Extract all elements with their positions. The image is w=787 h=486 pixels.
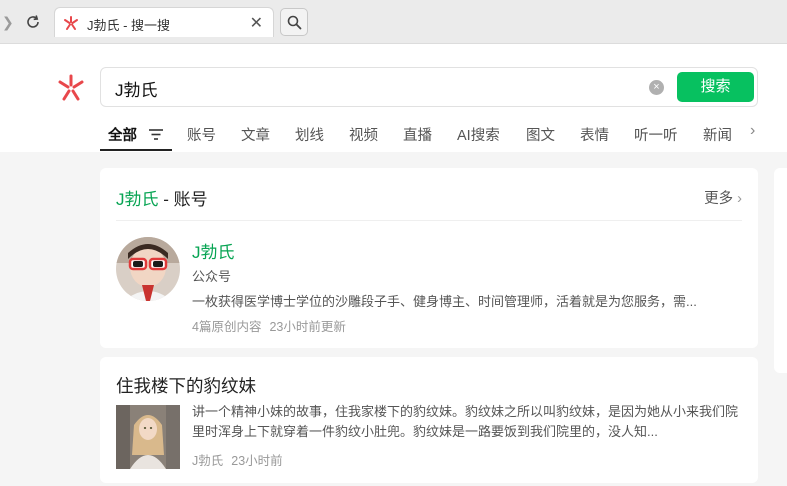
tab-accounts[interactable]: 账号: [187, 124, 216, 145]
avatar[interactable]: [116, 237, 180, 301]
tab-title: J勃氏 - 搜一搜: [87, 18, 171, 33]
browser-toolbar: ❯ J勃氏 - 搜一搜 ✕: [0, 0, 787, 44]
divider: [116, 220, 742, 221]
account-name[interactable]: J勃氏: [192, 238, 235, 263]
article-result-card[interactable]: 住我楼下的豹纹妹 讲一个精神小妹的故事，住我家楼下的豹纹妹。豹纹妹之所以叫豹纹妹…: [100, 357, 758, 483]
side-panel-card: [774, 168, 787, 373]
account-description: 一枚获得医学博士学位的沙雕段子手、健身博主、时间管理师，活着就是为您服务，需..…: [192, 294, 697, 309]
sousou-logo-icon: [64, 16, 78, 30]
tab-all[interactable]: 全部: [108, 124, 137, 145]
article-source[interactable]: J勃氏: [192, 454, 223, 468]
article-thumbnail[interactable]: [116, 405, 180, 469]
category-tabs: 全部 账号 文章 划线 视频 直播 AI搜索 图文 表情 听一听 新闻 ›: [100, 122, 760, 152]
reload-icon[interactable]: [24, 13, 42, 31]
more-link[interactable]: 更多 ›: [704, 187, 742, 208]
more-label: 更多: [704, 191, 734, 207]
account-results-card: J勃氏 - 账号 更多 › J勃氏 公众号 一枚获得医学博士学位的沙雕段子手、健…: [100, 168, 758, 348]
sousou-logo-icon[interactable]: [58, 74, 84, 102]
account-meta: 4篇原创内容 23小时前更新: [192, 316, 346, 335]
article-time: 23小时前: [231, 454, 283, 468]
chevron-right-icon[interactable]: ›: [750, 122, 755, 140]
clear-icon[interactable]: ×: [649, 80, 664, 95]
search-input[interactable]: [115, 76, 635, 100]
search-tab-button[interactable]: [280, 8, 308, 36]
tab-ai-search[interactable]: AI搜索: [457, 124, 500, 145]
account-type: 公众号: [192, 269, 232, 284]
tab-highlights[interactable]: 划线: [295, 124, 324, 145]
original-count: 4篇原创内容: [192, 320, 262, 334]
tab-image-text[interactable]: 图文: [526, 124, 555, 145]
section-title-suffix: - 账号: [158, 190, 208, 209]
search-header: × 搜索 全部 账号 文章 划线 视频 直播 AI搜索 图文 表情 听一听 新闻…: [0, 44, 787, 152]
section-title-keyword: J勃氏: [116, 190, 159, 209]
section-title: J勃氏 - 账号: [116, 185, 208, 210]
chevron-right-icon: ›: [737, 191, 742, 207]
filter-icon[interactable]: [148, 127, 164, 141]
search-icon: [287, 15, 302, 30]
search-button[interactable]: 搜索: [677, 72, 754, 102]
tab-articles[interactable]: 文章: [241, 124, 270, 145]
tab-live[interactable]: 直播: [403, 124, 432, 145]
forward-icon[interactable]: ❯: [2, 14, 14, 31]
active-tab-indicator: [100, 149, 172, 151]
updated-time: 23小时前更新: [269, 320, 346, 334]
search-box: × 搜索: [100, 67, 758, 107]
close-tab-icon[interactable]: ✕: [250, 13, 263, 33]
browser-tab[interactable]: J勃氏 - 搜一搜 ✕: [54, 7, 274, 37]
article-title[interactable]: 住我楼下的豹纹妹: [116, 373, 256, 398]
article-summary: 讲一个精神小妹的故事，住我家楼下的豹纹妹。豹纹妹之所以叫豹纹妹，是因为她从小来我…: [192, 404, 739, 439]
article-meta: J勃氏 23小时前: [192, 450, 283, 469]
tab-videos[interactable]: 视频: [349, 124, 378, 145]
tab-listen[interactable]: 听一听: [634, 124, 678, 145]
tab-news[interactable]: 新闻: [703, 124, 732, 145]
tab-stickers[interactable]: 表情: [580, 124, 609, 145]
